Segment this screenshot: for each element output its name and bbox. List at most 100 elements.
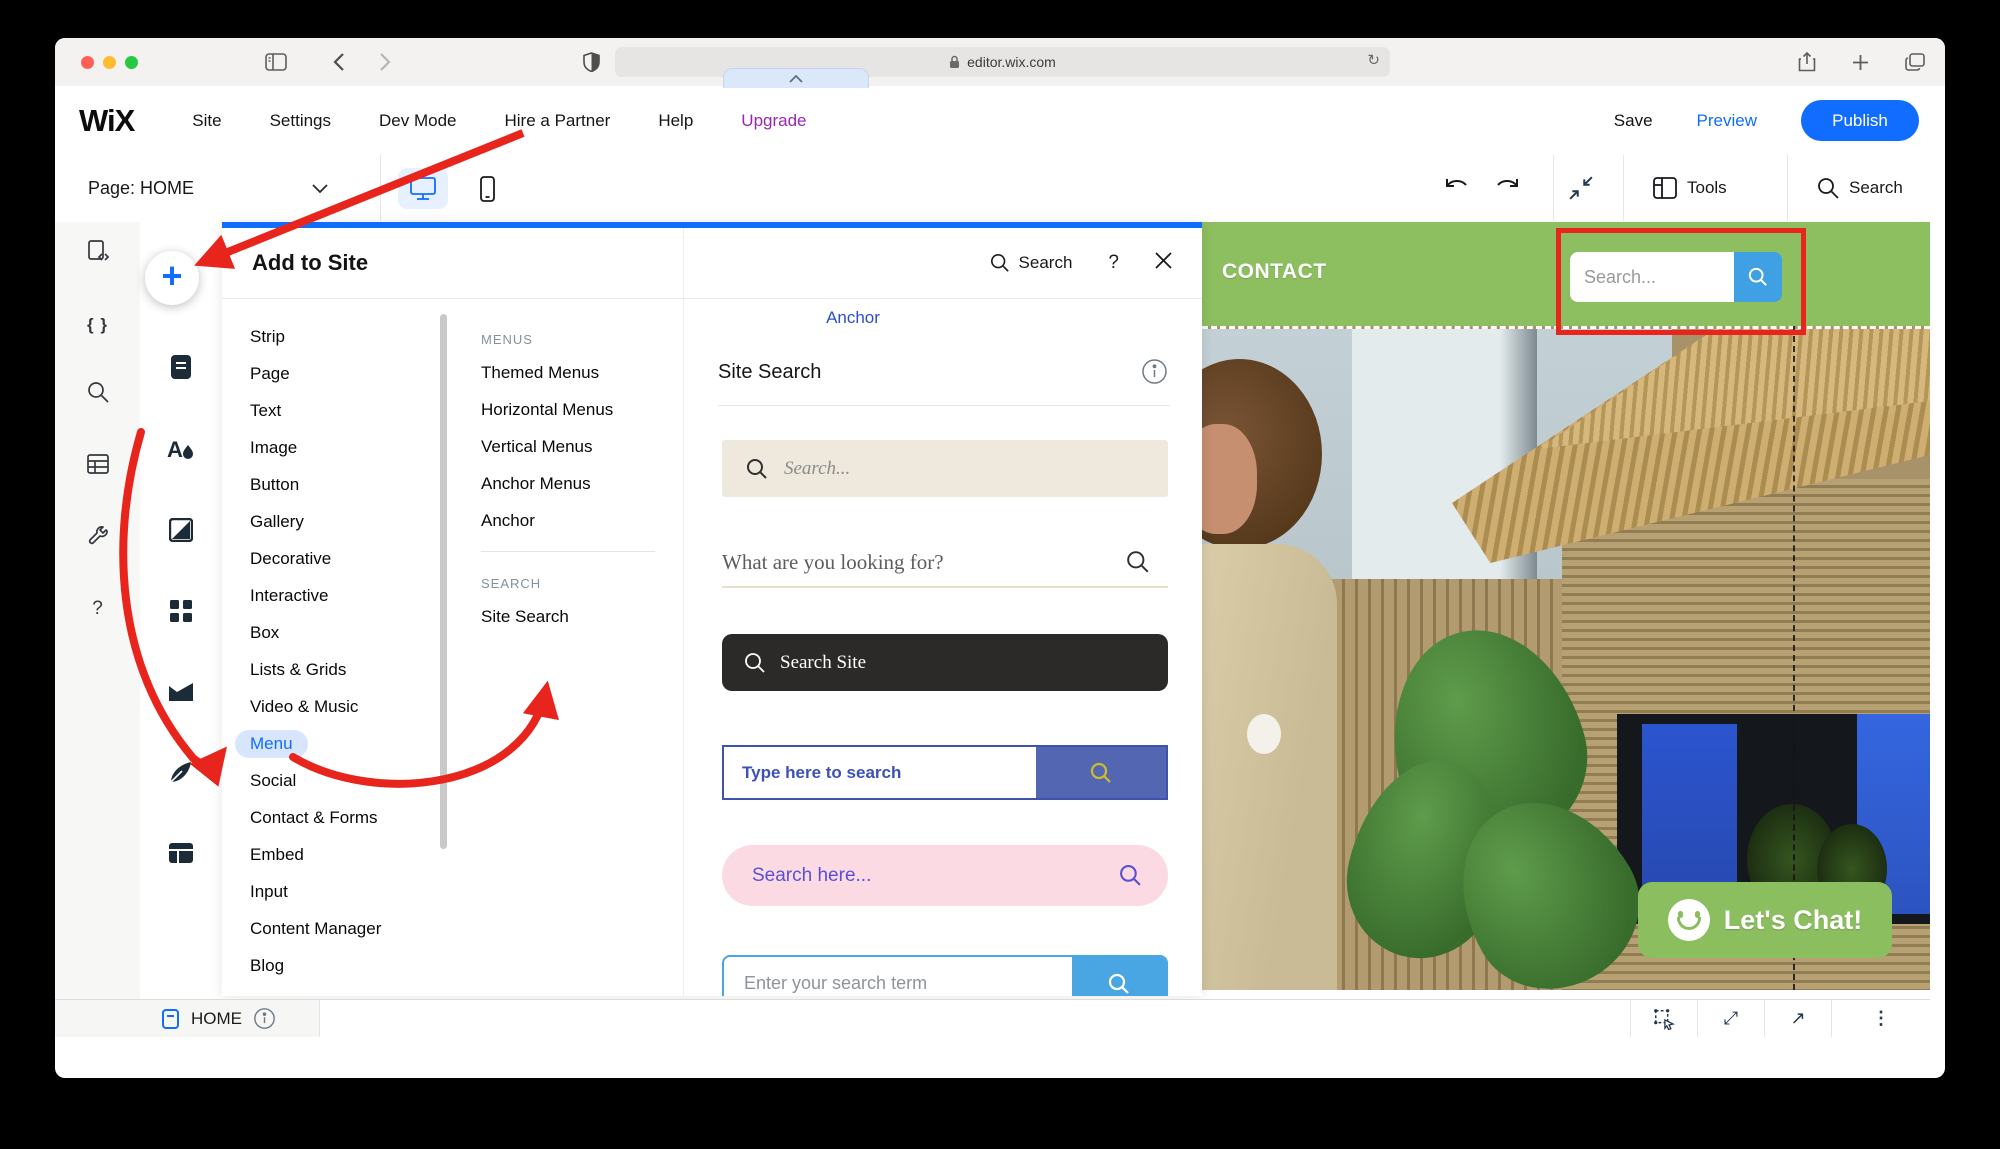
subcategory-anchor[interactable]: Anchor <box>455 502 681 539</box>
category-menu-active[interactable]: Menu <box>222 725 447 762</box>
editor-toolbar: Page: HOME Tools Search <box>55 155 1945 223</box>
sidebar-toggle-icon[interactable] <box>265 53 287 71</box>
media-icon[interactable] <box>168 517 194 547</box>
category-scrollbar[interactable] <box>440 314 447 849</box>
privacy-shield-icon[interactable] <box>583 52 600 72</box>
search-widget-pink[interactable]: Search here... <box>722 845 1168 906</box>
share-icon[interactable] <box>1798 51 1816 73</box>
back-button-icon[interactable] <box>333 52 345 72</box>
category-video-music[interactable]: Video & Music <box>222 688 447 725</box>
zoom-out-mode-button[interactable] <box>1568 155 1594 221</box>
category-box[interactable]: Box <box>222 614 447 651</box>
category-strip[interactable]: Strip <box>222 318 447 355</box>
layout-table-icon[interactable] <box>168 842 194 869</box>
category-image[interactable]: Image <box>222 429 447 466</box>
page-name-label: HOME <box>191 1008 242 1028</box>
search-widget-underline[interactable]: What are you looking for? <box>722 538 1168 588</box>
tools-button[interactable]: Tools <box>1653 155 1727 221</box>
panel-content: Anchor Site Search Search... What are yo… <box>683 228 1202 996</box>
lets-chat-button[interactable]: Let's Chat! <box>1638 882 1892 958</box>
help-icon[interactable]: ? <box>92 598 103 620</box>
search-button <box>1072 957 1166 996</box>
content-table-icon[interactable] <box>86 454 109 479</box>
page-selector[interactable]: Page: HOME <box>88 155 328 221</box>
minimize-window-button[interactable] <box>103 55 116 69</box>
menu-dev-mode[interactable]: Dev Mode <box>379 111 456 131</box>
menu-site[interactable]: Site <box>192 111 221 131</box>
category-interactive[interactable]: Interactive <box>222 577 447 614</box>
subcategory-site-search[interactable]: Site Search <box>455 598 681 635</box>
reload-icon[interactable]: ↻ <box>1367 51 1380 69</box>
resize-canvas-button[interactable]: ⤢ <box>1697 1000 1764 1037</box>
category-page[interactable]: Page <box>222 355 447 392</box>
preview-button[interactable]: Preview <box>1697 111 1757 131</box>
wix-logo[interactable]: WiX <box>79 103 135 139</box>
strip-wave-icon[interactable] <box>168 680 194 707</box>
search-widget-dark[interactable]: Search Site <box>722 634 1168 691</box>
category-text[interactable]: Text <box>222 392 447 429</box>
new-tab-icon[interactable] <box>1852 54 1869 71</box>
close-window-button[interactable] <box>81 55 94 69</box>
category-content-manager[interactable]: Content Manager <box>222 910 447 947</box>
search-widget-blue[interactable]: Enter your search term <box>722 955 1168 996</box>
subcategory-anchor-menus[interactable]: Anchor Menus <box>455 465 681 502</box>
category-blog[interactable]: Blog <box>222 947 447 984</box>
subcategory-vertical-menus[interactable]: Vertical Menus <box>455 428 681 465</box>
info-icon[interactable] <box>1142 359 1167 389</box>
bottom-rail-filler <box>55 1000 140 1037</box>
category-decorative[interactable]: Decorative <box>222 540 447 577</box>
current-page-indicator[interactable]: HOME <box>140 1000 320 1037</box>
category-gallery[interactable]: Gallery <box>222 503 447 540</box>
save-button[interactable]: Save <box>1614 111 1653 131</box>
zoom-window-button[interactable] <box>125 55 138 69</box>
page-selector-label: Page: HOME <box>88 177 195 198</box>
search-icon <box>745 652 765 673</box>
desktop-view-button[interactable] <box>398 168 448 209</box>
url-text: editor.wix.com <box>967 54 1056 70</box>
category-embed[interactable]: Embed <box>222 836 447 873</box>
forward-button-icon[interactable] <box>379 52 391 72</box>
search-widget-indigo[interactable]: Type here to search <box>722 745 1168 800</box>
add-element-button[interactable]: + <box>145 251 199 305</box>
multi-select-tool[interactable] <box>1630 1000 1697 1037</box>
pen-nib-icon[interactable] <box>168 759 194 790</box>
placeholder-text: Search Site <box>780 651 867 673</box>
search-icon <box>1818 178 1839 199</box>
search-icon <box>1108 973 1129 994</box>
interactive-grid-icon[interactable] <box>169 599 193 628</box>
toolbar-search-button[interactable]: Search <box>1817 155 1903 221</box>
subcategory-horizontal-menus[interactable]: Horizontal Menus <box>455 391 681 428</box>
category-lists-grids[interactable]: Lists & Grids <box>222 651 447 688</box>
menu-help[interactable]: Help <box>658 111 693 131</box>
category-list: Strip Page Text Image Button Gallery Dec… <box>222 318 447 984</box>
site-preview: CONTACT Search... Let's Chat! <box>1202 222 1930 990</box>
category-social[interactable]: Social <box>222 762 447 799</box>
more-options-button[interactable]: ⋮ <box>1831 1000 1930 1037</box>
publish-button[interactable]: Publish <box>1801 100 1919 141</box>
search-rail-icon[interactable] <box>87 381 109 408</box>
redo-button[interactable] <box>1493 155 1521 221</box>
category-button[interactable]: Button <box>222 466 447 503</box>
search-widget-beige[interactable]: Search... <box>722 440 1168 497</box>
open-in-new-button[interactable]: ↗ <box>1764 1000 1831 1037</box>
menu-hire-a-partner[interactable]: Hire a Partner <box>505 111 611 131</box>
menu-settings[interactable]: Settings <box>270 111 331 131</box>
site-nav-contact[interactable]: CONTACT <box>1222 260 1327 284</box>
info-icon[interactable] <box>254 1008 275 1029</box>
category-input[interactable]: Input <box>222 873 447 910</box>
subcategory-themed-menus[interactable]: Themed Menus <box>455 354 681 391</box>
page-code-icon[interactable] <box>87 240 109 269</box>
category-contact-forms[interactable]: Contact & Forms <box>222 799 447 836</box>
page-icon[interactable] <box>169 354 193 385</box>
tab-overview-icon[interactable] <box>1905 53 1925 71</box>
content-breadcrumb[interactable]: Anchor <box>793 308 913 328</box>
undo-button[interactable] <box>1443 155 1471 221</box>
text-theme-icon[interactable]: A <box>167 437 195 466</box>
code-braces-icon[interactable]: { } <box>87 315 108 335</box>
placeholder-text: What are you looking for? <box>722 549 944 574</box>
menu-upgrade[interactable]: Upgrade <box>741 111 806 131</box>
wrench-icon[interactable] <box>87 525 109 552</box>
collapse-topbar-tab[interactable] <box>723 68 869 88</box>
mobile-view-button[interactable] <box>462 168 512 209</box>
mobile-icon <box>479 175 495 202</box>
